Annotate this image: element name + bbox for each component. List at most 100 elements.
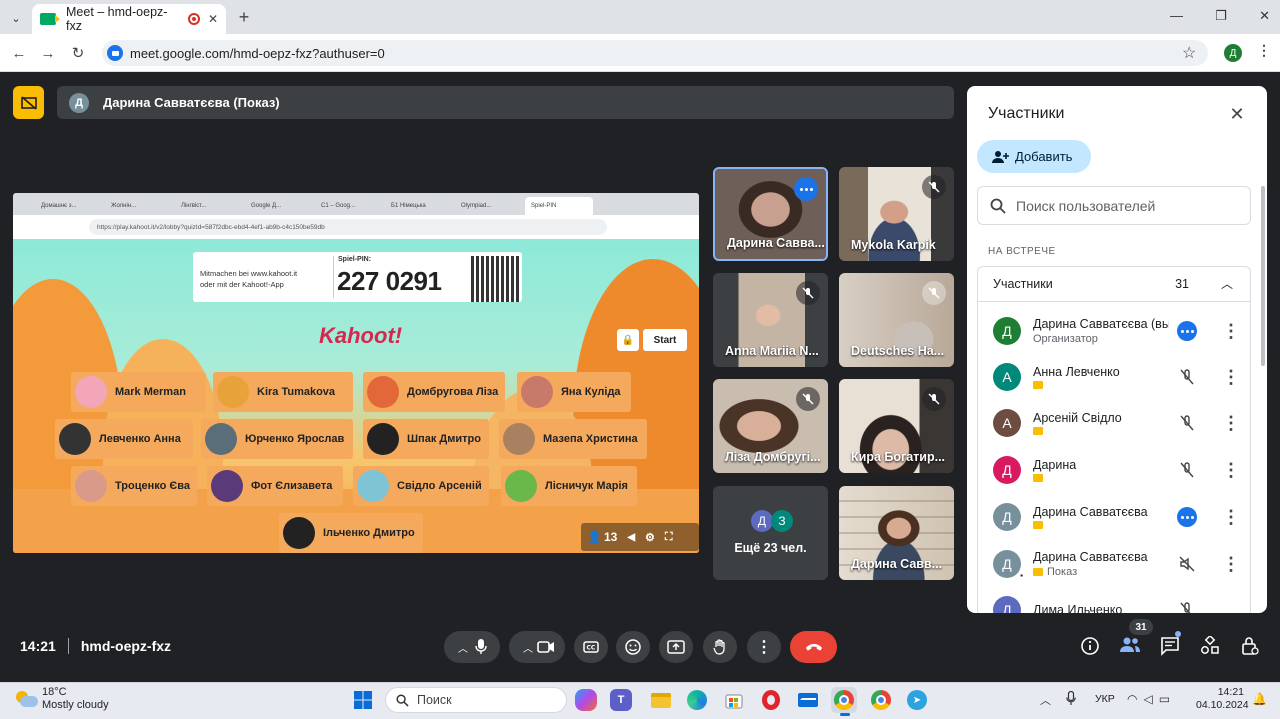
group-header[interactable]: Участники 31 ︿: [977, 266, 1251, 302]
avatar: Д: [993, 503, 1021, 531]
participant-tile[interactable]: Дарина Савв...: [839, 486, 954, 580]
telegram-icon[interactable]: ➤: [904, 687, 930, 713]
copilot-icon[interactable]: [575, 689, 597, 711]
player-avatar-icon: [205, 423, 237, 455]
browser-menu-icon[interactable]: ⋮: [1257, 42, 1271, 59]
more-options-icon[interactable]: ⋮: [1221, 460, 1241, 480]
player-count: 13: [603, 530, 618, 544]
start-menu-icon[interactable]: [350, 687, 376, 713]
participant-row[interactable]: Д ▪ Дарина Савватєєва Показ ⋮: [977, 541, 1251, 587]
player-name: Лісничук Марія: [545, 480, 628, 492]
address-bar[interactable]: meet.google.com/hmd-oepz-fxz?authuser=0: [102, 40, 1208, 66]
more-options-icon[interactable]: ⋮: [1221, 413, 1241, 433]
participant-row[interactable]: Д Дарина Савватєєва ⋮: [977, 494, 1251, 540]
more-participants-tile[interactable]: Д З Ещё 23 чел.: [713, 486, 828, 580]
mail-icon[interactable]: [795, 687, 821, 713]
back-icon[interactable]: ←: [8, 42, 30, 64]
participant-tile[interactable]: Deutsches Ha...: [839, 273, 954, 367]
activities-icon[interactable]: [1200, 634, 1222, 658]
chrome-icon-active[interactable]: [831, 687, 857, 713]
avatar: Д: [993, 456, 1021, 484]
volume-icon: ◀: [627, 531, 636, 543]
store-icon[interactable]: [721, 687, 747, 713]
reactions-button[interactable]: [616, 631, 650, 663]
participant-name: Дарина Савватєєва (вы): [1033, 317, 1169, 331]
mic-options-chevron-icon[interactable]: ︿: [454, 638, 472, 656]
chat-icon[interactable]: [1160, 636, 1182, 658]
participant-tile[interactable]: Кира Богатир...: [839, 379, 954, 473]
forward-icon[interactable]: →: [37, 42, 59, 64]
notification-bell-icon[interactable]: 🔔: [1252, 692, 1267, 706]
captions-button[interactable]: CC: [574, 631, 608, 663]
system-clock[interactable]: 14:21 04.10.2024: [1196, 686, 1249, 712]
close-panel-icon[interactable]: ✕: [1225, 102, 1249, 126]
browser-tab-meet[interactable]: Meet – hmd-oepz-fxz ✕: [32, 4, 226, 34]
participant-name: Mykola Karpik: [851, 238, 936, 252]
mic-off-icon[interactable]: [1175, 598, 1199, 613]
taskbar-search-input[interactable]: Поиск: [385, 687, 567, 713]
input-language[interactable]: УКР: [1095, 693, 1115, 705]
player-chip: Домбругова Ліза: [363, 372, 505, 412]
file-explorer-icon[interactable]: [648, 687, 674, 713]
more-options-icon[interactable]: ⋮: [1221, 507, 1241, 527]
audio-off-icon[interactable]: [1175, 552, 1199, 576]
taskbar-search-placeholder: Поиск: [417, 693, 452, 707]
meeting-details-icon[interactable]: [1080, 636, 1102, 658]
tray-status-icons[interactable]: ◠ ◁ ▭: [1127, 692, 1170, 706]
camera-options-chevron-icon[interactable]: ︿: [519, 638, 537, 656]
close-window-icon[interactable]: ✕: [1259, 8, 1270, 26]
minimize-icon[interactable]: —: [1170, 8, 1183, 26]
maximize-icon[interactable]: ❐: [1215, 8, 1227, 26]
participant-row[interactable]: Д Дима Ильченко: [977, 587, 1251, 613]
new-tab-button[interactable]: +: [234, 7, 254, 27]
raise-hand-button[interactable]: [703, 631, 737, 663]
more-options-icon[interactable]: ⋮: [1221, 554, 1241, 574]
participant-tile[interactable]: Дарина Савва...: [713, 167, 828, 261]
search-people-input[interactable]: Поиск пользователей: [977, 186, 1251, 225]
opera-icon[interactable]: [758, 687, 784, 713]
chrome-icon[interactable]: [868, 687, 894, 713]
panel-scrollbar[interactable]: [1261, 186, 1265, 366]
group-count: 31: [1175, 276, 1189, 291]
site-camera-icon[interactable]: [107, 45, 123, 61]
taskbar: [0, 682, 1280, 719]
stop-presenting-icon[interactable]: [13, 86, 44, 119]
player-avatar-icon: [211, 470, 243, 502]
bookmark-star-icon[interactable]: ☆: [1182, 43, 1196, 63]
more-options-icon[interactable]: ⋮: [1221, 321, 1241, 341]
participant-tile[interactable]: Mykola Karpik: [839, 167, 954, 261]
pin-icon: ▪: [1020, 571, 1023, 580]
edge-icon[interactable]: [684, 687, 710, 713]
tab-close-icon[interactable]: ✕: [208, 12, 218, 26]
more-options-button[interactable]: ⋮: [747, 631, 781, 663]
tray-mic-icon[interactable]: [1066, 690, 1078, 707]
participant-row[interactable]: А Анна Левченко ⋮: [977, 354, 1251, 400]
participant-row[interactable]: Д Дарина ⋮: [977, 447, 1251, 493]
participant-tile[interactable]: Anna Mariia N...: [713, 273, 828, 367]
weather-widget[interactable]: 18°C Mostly cloudy: [42, 686, 109, 712]
host-controls-icon[interactable]: [1240, 636, 1262, 658]
microphone-icon[interactable]: [472, 638, 490, 656]
leave-call-button[interactable]: [790, 631, 837, 663]
teams-icon[interactable]: T: [610, 689, 632, 711]
guest-tag-icon: [1033, 427, 1043, 435]
mic-off-icon[interactable]: [1175, 365, 1199, 389]
camera-icon[interactable]: [537, 638, 555, 656]
mic-off-icon: [922, 281, 946, 305]
add-people-button[interactable]: Добавить: [977, 140, 1091, 173]
present-button[interactable]: [659, 631, 693, 663]
people-icon[interactable]: [1119, 636, 1143, 658]
tab-search-icon[interactable]: ⌄: [6, 8, 26, 28]
more-options-icon[interactable]: ⋮: [1221, 367, 1241, 387]
collapse-chevron-icon[interactable]: ︿: [1221, 275, 1233, 292]
player-name: Яна Куліда: [561, 386, 621, 398]
participant-row[interactable]: Д Дарина Савватєєва (вы) Организатор ⋮: [977, 308, 1251, 354]
mic-off-icon[interactable]: [1175, 411, 1199, 435]
profile-avatar[interactable]: Д: [1224, 44, 1242, 62]
tray-overflow-icon[interactable]: ︿: [1040, 692, 1051, 708]
participant-tile[interactable]: Ліза Домбругі...: [713, 379, 828, 473]
shared-tab: Google Д...: [251, 203, 282, 209]
participant-row[interactable]: А Арсеній Свідло ⋮: [977, 400, 1251, 446]
mic-off-icon[interactable]: [1175, 458, 1199, 482]
reload-icon[interactable]: ↻: [67, 42, 89, 64]
